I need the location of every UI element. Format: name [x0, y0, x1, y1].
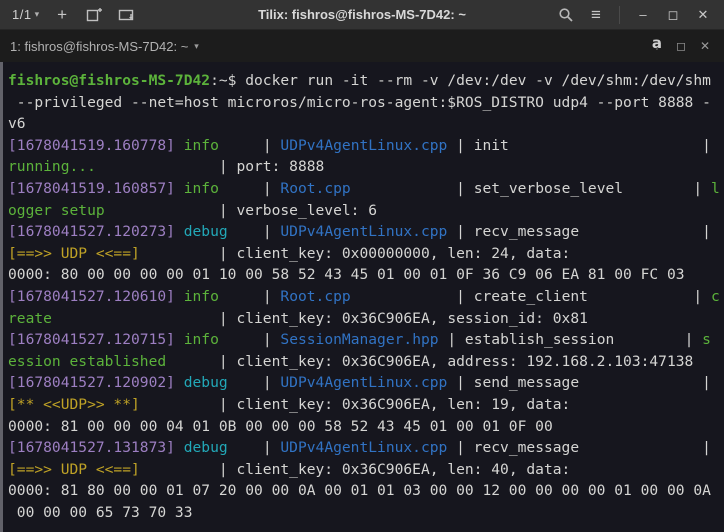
chevron-down-icon: ▾ — [194, 41, 199, 52]
chevron-down-icon: ˇ — [656, 49, 658, 56]
terminal-row: [1678041519.160778] info | UDPv4AgentLin… — [8, 135, 720, 157]
menu-button[interactable]: ≡ — [583, 3, 609, 27]
session-bar: 1: fishros@fishros-MS-7D42: ~ ▾ a ˇ ◻ ✕ — [0, 30, 724, 62]
terminal-row: [1678041527.120610] info | Root.cpp | cr… — [8, 286, 720, 308]
minimize-icon: – — [639, 7, 646, 22]
close-button[interactable]: ✕ — [690, 3, 716, 27]
terminal-row: ession established | client_key: 0x36C90… — [8, 351, 720, 373]
search-button[interactable] — [553, 3, 579, 27]
maximize-icon: ◻ — [668, 7, 679, 23]
split-right-button[interactable] — [81, 3, 107, 27]
terminal-row: [1678041527.131873] debug | UDPv4AgentLi… — [8, 437, 720, 459]
terminal-row: reate | client_key: 0x36C906EA, session_… — [8, 308, 720, 330]
split-down-button[interactable] — [113, 3, 139, 27]
terminal-row: ogger setup | verbose_level: 6 — [8, 200, 720, 222]
close-terminal-button[interactable]: ✕ — [700, 39, 710, 53]
minimize-button[interactable]: – — [630, 3, 656, 27]
hamburger-menu-icon: ≡ — [591, 5, 601, 25]
search-icon — [558, 7, 574, 23]
terminal-row: [1678041519.160857] info | Root.cpp | se… — [8, 178, 720, 200]
terminal-row: [1678041527.120902] debug | UDPv4AgentLi… — [8, 372, 720, 394]
terminal-row: --privileged --net=host microros/micro-r… — [8, 92, 720, 114]
split-right-icon — [86, 7, 102, 23]
terminal-row: [1678041527.120715] info | SessionManage… — [8, 329, 720, 351]
maximize-button[interactable]: ◻ — [660, 3, 686, 27]
terminal-row: fishros@fishros-MS-7D42:~$ docker run -i… — [8, 70, 720, 92]
terminal-output: fishros@fishros-MS-7D42:~$ docker run -i… — [3, 62, 720, 532]
new-session-button[interactable]: + — [49, 3, 75, 27]
split-down-icon — [118, 7, 135, 23]
terminal-row: v6 — [8, 113, 720, 135]
terminal-row: running... | port: 8888 — [8, 156, 720, 178]
terminal-row: [==>> UDP <<==] | client_key: 0x00000000… — [8, 243, 720, 265]
close-icon: ✕ — [698, 7, 709, 23]
terminal-tab-label: 1: fishros@fishros-MS-7D42: ~ — [10, 39, 188, 54]
terminal-tab[interactable]: 1: fishros@fishros-MS-7D42: ~ ▾ — [10, 39, 199, 54]
terminal-row: 0000: 80 00 00 00 00 01 10 00 58 52 43 4… — [8, 264, 720, 286]
session-counter: 1/1 — [12, 7, 32, 22]
maximize-terminal-button[interactable]: ◻ — [676, 39, 686, 53]
close-pane-icon: ✕ — [700, 39, 710, 53]
terminal-row: 0000: 81 80 00 00 01 07 20 00 00 0A 00 0… — [8, 480, 720, 502]
terminal-row: [** <<UDP>> **] | client_key: 0x36C906EA… — [8, 394, 720, 416]
terminal-row: 00 00 00 65 73 70 33 — [8, 502, 720, 524]
chevron-down-icon: ▾ — [35, 9, 40, 20]
terminal-row: [1678041527.120273] debug | UDPv4AgentLi… — [8, 221, 720, 243]
titlebar-separator — [619, 6, 620, 24]
titlebar: 1/1 ▾ + Tilix: fishros@fishros-MS- — [0, 0, 724, 30]
maximize-pane-icon: ◻ — [676, 39, 686, 53]
terminal-view[interactable]: fishros@fishros-MS-7D42:~$ docker run -i… — [0, 62, 724, 532]
terminal-row: 0000: 81 00 00 00 04 01 0B 00 00 00 58 5… — [8, 416, 720, 438]
plus-icon: + — [57, 6, 67, 23]
tilix-window: 1/1 ▾ + Tilix: fishros@fishros-MS- — [0, 0, 724, 532]
profile-select-button[interactable]: a ˇ — [652, 36, 662, 56]
terminal-row: [==>> UDP <<==] | client_key: 0x36C906EA… — [8, 459, 720, 481]
session-switcher-dropdown[interactable]: 1/1 ▾ — [8, 3, 43, 27]
